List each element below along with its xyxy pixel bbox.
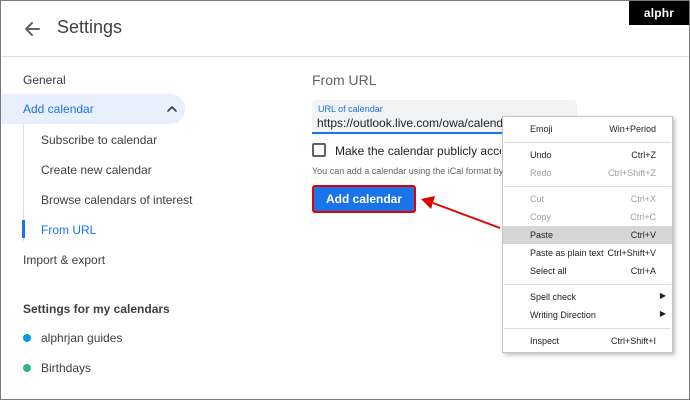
add-calendar-button[interactable]: Add calendar: [312, 185, 416, 213]
menu-item-undo[interactable]: Undo Ctrl+Z: [503, 146, 672, 164]
menu-item-inspect[interactable]: Inspect Ctrl+Shift+I: [503, 332, 672, 350]
sidebar-item-subscribe[interactable]: Subscribe to calendar: [41, 133, 157, 147]
sidebar-item-import-export[interactable]: Import & export: [23, 253, 105, 267]
selected-indicator: [22, 220, 25, 238]
back-button[interactable]: [19, 15, 47, 43]
menu-item-paste-plain[interactable]: Paste as plain text Ctrl+Shift+V: [503, 244, 672, 262]
brand-logo: alphr: [629, 1, 689, 25]
url-field-value[interactable]: https://outlook.live.com/owa/calendar/: [317, 116, 505, 130]
menu-item-copy[interactable]: Copy Ctrl+C: [503, 208, 672, 226]
chevron-up-icon: [167, 106, 177, 112]
menu-divider: [504, 328, 671, 329]
calendar-color-dot: [23, 364, 31, 372]
sidebar-item-calendar[interactable]: alphrjan guides: [41, 331, 122, 345]
section-title: Settings for my calendars: [23, 302, 170, 316]
sidebar-item-browse[interactable]: Browse calendars of interest: [41, 193, 192, 207]
arrow-left-icon: [25, 22, 40, 36]
triangle-right-icon: ▶: [659, 291, 666, 300]
ical-hint-text: You can add a calendar using the iCal fo…: [312, 166, 502, 176]
menu-item-spell-check[interactable]: Spell check ▶: [503, 288, 672, 306]
menu-item-paste[interactable]: Paste Ctrl+V: [503, 226, 672, 244]
settings-window: Settings alphr General Add calendar Subs…: [0, 0, 690, 400]
menu-divider: [504, 284, 671, 285]
calendar-color-dot: [23, 334, 31, 342]
menu-item-writing-direction[interactable]: Writing Direction ▶: [503, 306, 672, 324]
context-menu: Emoji Win+Period Undo Ctrl+Z Redo Ctrl+S…: [502, 116, 673, 353]
menu-divider: [504, 142, 671, 143]
sidebar-item-create[interactable]: Create new calendar: [41, 163, 152, 177]
page-title: Settings: [57, 17, 123, 37]
menu-divider: [504, 186, 671, 187]
sidebar-item-from-url[interactable]: From URL: [41, 223, 96, 237]
sidebar-item-calendar[interactable]: Birthdays: [41, 361, 91, 375]
menu-item-select-all[interactable]: Select all Ctrl+A: [503, 262, 672, 280]
section-heading: From URL: [312, 72, 377, 88]
sidebar-item-add-calendar[interactable]: Add calendar: [1, 94, 185, 124]
url-field-label: URL of calendar: [318, 104, 383, 114]
header: Settings: [1, 1, 689, 57]
menu-item-emoji[interactable]: Emoji Win+Period: [503, 120, 672, 138]
triangle-right-icon: ▶: [659, 309, 666, 318]
public-checkbox[interactable]: [312, 143, 326, 157]
sidebar-item-label: Add calendar: [23, 102, 94, 116]
menu-item-cut[interactable]: Cut Ctrl+X: [503, 190, 672, 208]
menu-item-redo[interactable]: Redo Ctrl+Shift+Z: [503, 164, 672, 182]
public-checkbox-label: Make the calendar publicly accessible: [335, 144, 501, 158]
sidebar-item-general[interactable]: General: [23, 73, 66, 87]
